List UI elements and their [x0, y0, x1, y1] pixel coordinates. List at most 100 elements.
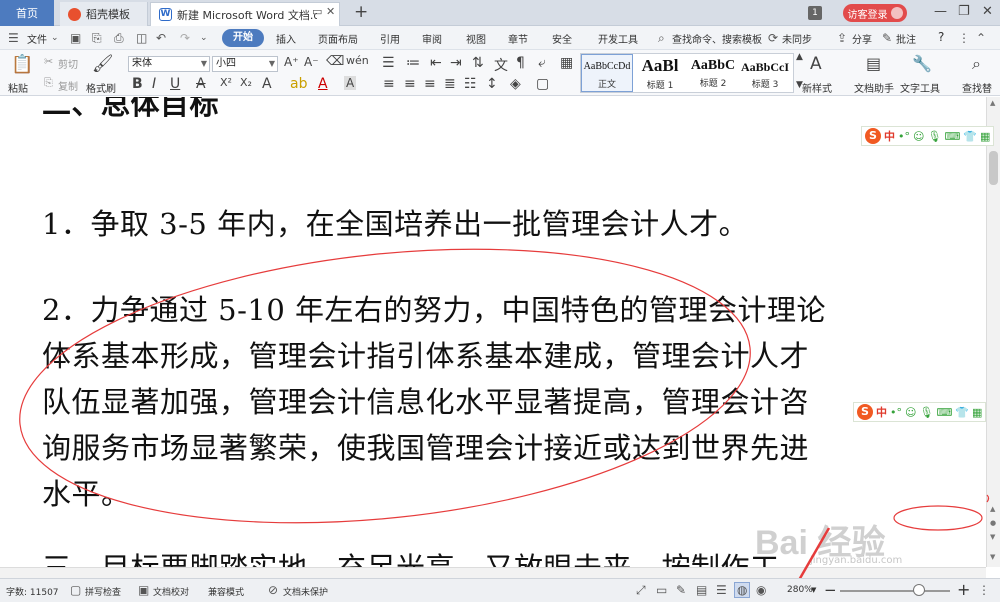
ime-punct-icon[interactable]: •°: [898, 130, 910, 143]
show-marks-icon[interactable]: ¶: [516, 55, 525, 71]
new-style-button[interactable]: 新样式: [802, 80, 832, 95]
ime-toolbar-top[interactable]: S 中 •° ☺ 🎙 ⌨ 👕 ▦: [861, 126, 995, 146]
ime-skin-icon-2[interactable]: 👕: [955, 406, 969, 419]
window-count-badge[interactable]: 1: [808, 6, 822, 20]
text-effect-icon[interactable]: A: [262, 76, 272, 92]
sync-status[interactable]: 未同步: [782, 31, 812, 46]
ime-keyboard-icon-2[interactable]: ⌨: [936, 406, 952, 419]
ime-punct-icon-2[interactable]: •°: [890, 406, 902, 419]
doc-proof-button[interactable]: 文档校对: [153, 585, 189, 598]
table-tools-icon[interactable]: ▦: [560, 55, 573, 71]
grow-font-icon[interactable]: A⁺: [284, 55, 299, 69]
ime-emoji-icon-2[interactable]: ☺: [905, 406, 916, 419]
style-heading-3[interactable]: AaBbCcI 标题 3: [739, 54, 791, 92]
command-search-input[interactable]: 查找命令、搜索模板: [672, 31, 762, 46]
underline-icon[interactable]: U: [170, 76, 180, 92]
format-painter-icon[interactable]: 🖌: [92, 54, 114, 74]
shading-icon[interactable]: ◈: [510, 76, 521, 92]
scroll-down-icon[interactable]: ▼: [990, 553, 995, 561]
bullet-list-icon[interactable]: ☰: [382, 55, 395, 71]
ime-emoji-icon[interactable]: ☺: [913, 130, 924, 143]
redo-icon[interactable]: ↷: [180, 31, 190, 45]
scroll-up-icon[interactable]: ▲: [990, 99, 995, 107]
edit-view-icon[interactable]: ✎: [676, 583, 686, 597]
paste-icon[interactable]: 📋: [11, 54, 33, 75]
ime-keyboard-icon[interactable]: ⌨: [944, 130, 960, 143]
copy-button[interactable]: 复制: [58, 78, 78, 93]
justify-icon[interactable]: ≣: [444, 76, 456, 92]
prev-page-icon[interactable]: ▲: [990, 505, 995, 513]
chinese-layout-icon[interactable]: 文: [494, 55, 508, 75]
zoom-slider[interactable]: [840, 590, 950, 592]
ime-skin-icon[interactable]: 👕: [963, 130, 977, 143]
horizontal-scrollbar[interactable]: [0, 567, 986, 578]
strikethrough-icon[interactable]: A: [196, 76, 206, 92]
superscript-icon[interactable]: X²: [220, 76, 232, 89]
next-page-icon[interactable]: ▼: [990, 533, 995, 541]
vertical-scrollbar[interactable]: ▲ ▲ ● ▼ ▼: [986, 97, 1000, 567]
ime-voice-icon-2[interactable]: 🎙: [919, 406, 933, 419]
zoom-out-button[interactable]: −: [824, 581, 837, 599]
guest-login-button[interactable]: 访客登录: [843, 4, 907, 22]
ime-tools-icon-2[interactable]: ▦: [972, 406, 982, 419]
font-name-select[interactable]: 宋体 ▼: [128, 56, 210, 72]
new-style-icon[interactable]: A: [810, 54, 822, 74]
cut-button[interactable]: 剪切: [58, 56, 78, 71]
ime-toolbar-bottom[interactable]: S 中 •° ☺ 🎙 ⌨ 👕 ▦: [853, 402, 987, 422]
ime-mode-indicator-2[interactable]: 中: [876, 404, 887, 420]
print-preview-icon[interactable]: ◫: [136, 31, 147, 45]
zoom-level[interactable]: 280%: [787, 585, 813, 595]
share-button[interactable]: 分享: [852, 31, 872, 46]
menu-hamburger-icon[interactable]: ☰: [8, 31, 19, 45]
sort-icon[interactable]: ⇅: [472, 55, 484, 71]
text-tools-icon[interactable]: 🔧: [912, 54, 932, 73]
new-tab-button[interactable]: +: [354, 2, 368, 22]
align-center-icon[interactable]: ≡: [404, 76, 416, 92]
tab-monitor-icon[interactable]: ▭: [312, 5, 322, 18]
style-normal[interactable]: AaBbCcDd 正文: [581, 54, 633, 92]
vertical-scroll-thumb[interactable]: [989, 151, 998, 185]
text-tools-button[interactable]: 文字工具: [900, 80, 940, 95]
distributed-icon[interactable]: ☷: [464, 76, 477, 92]
shrink-font-icon[interactable]: A⁻: [304, 55, 319, 69]
save-icon[interactable]: ▣: [70, 31, 81, 45]
find-replace-button[interactable]: 查找替: [962, 80, 992, 95]
fullscreen-icon[interactable]: ⤢: [636, 583, 646, 598]
ime-tools-icon[interactable]: ▦: [980, 130, 990, 143]
spell-check-button[interactable]: 拼写检查: [85, 585, 121, 598]
font-color-icon[interactable]: A: [318, 76, 328, 92]
style-heading-2[interactable]: AaBbC 标题 2: [687, 54, 739, 92]
eye-protect-icon[interactable]: ◉: [756, 583, 766, 597]
tab-start[interactable]: 开始: [222, 29, 264, 47]
style-scroll-up-icon[interactable]: ▲: [796, 52, 803, 62]
tab-developer[interactable]: 开发工具: [598, 31, 638, 46]
tab-view[interactable]: 视图: [466, 31, 486, 46]
clear-format-icon[interactable]: ⌫: [326, 54, 344, 69]
doc-helper-button[interactable]: 文档助手: [854, 80, 894, 95]
tab-review[interactable]: 审阅: [422, 31, 442, 46]
tab-security[interactable]: 安全: [552, 31, 572, 46]
tab-reference[interactable]: 引用: [380, 31, 400, 46]
find-replace-icon[interactable]: ⌕: [972, 54, 981, 74]
decrease-indent-icon[interactable]: ⇤: [430, 55, 442, 71]
subscript-icon[interactable]: X₂: [240, 76, 252, 89]
document-page[interactable]: 二、总体目标 1．争取 3-5 年内，在全国培养出一批管理会计人才。 2．力争通…: [0, 97, 986, 567]
doc-helper-icon[interactable]: ▤: [866, 54, 881, 73]
paragraph-marks-icon[interactable]: ⤶: [538, 55, 546, 71]
undo-icon[interactable]: ↶: [156, 31, 166, 45]
doc-protect-status[interactable]: 文档未保护: [283, 585, 328, 598]
zoom-in-button[interactable]: +: [957, 580, 970, 599]
ime-mode-indicator[interactable]: 中: [884, 128, 895, 144]
tab-close-icon[interactable]: ✕: [326, 5, 335, 18]
italic-icon[interactable]: I: [152, 76, 156, 92]
more-icon[interactable]: ⋮: [958, 31, 970, 45]
tab-insert[interactable]: 插入: [276, 31, 296, 46]
word-count[interactable]: 字数: 11507: [6, 585, 59, 598]
output-pdf-icon[interactable]: ⎘: [92, 31, 102, 46]
tab-page-layout[interactable]: 页面布局: [318, 31, 358, 46]
tab-chapter[interactable]: 章节: [508, 31, 528, 46]
menu-file[interactable]: 文件: [27, 31, 47, 46]
web-view-icon[interactable]: ◍: [734, 582, 751, 598]
file-dropdown-icon[interactable]: ⌄: [51, 33, 59, 43]
outline-view-icon[interactable]: ☰: [716, 583, 727, 597]
